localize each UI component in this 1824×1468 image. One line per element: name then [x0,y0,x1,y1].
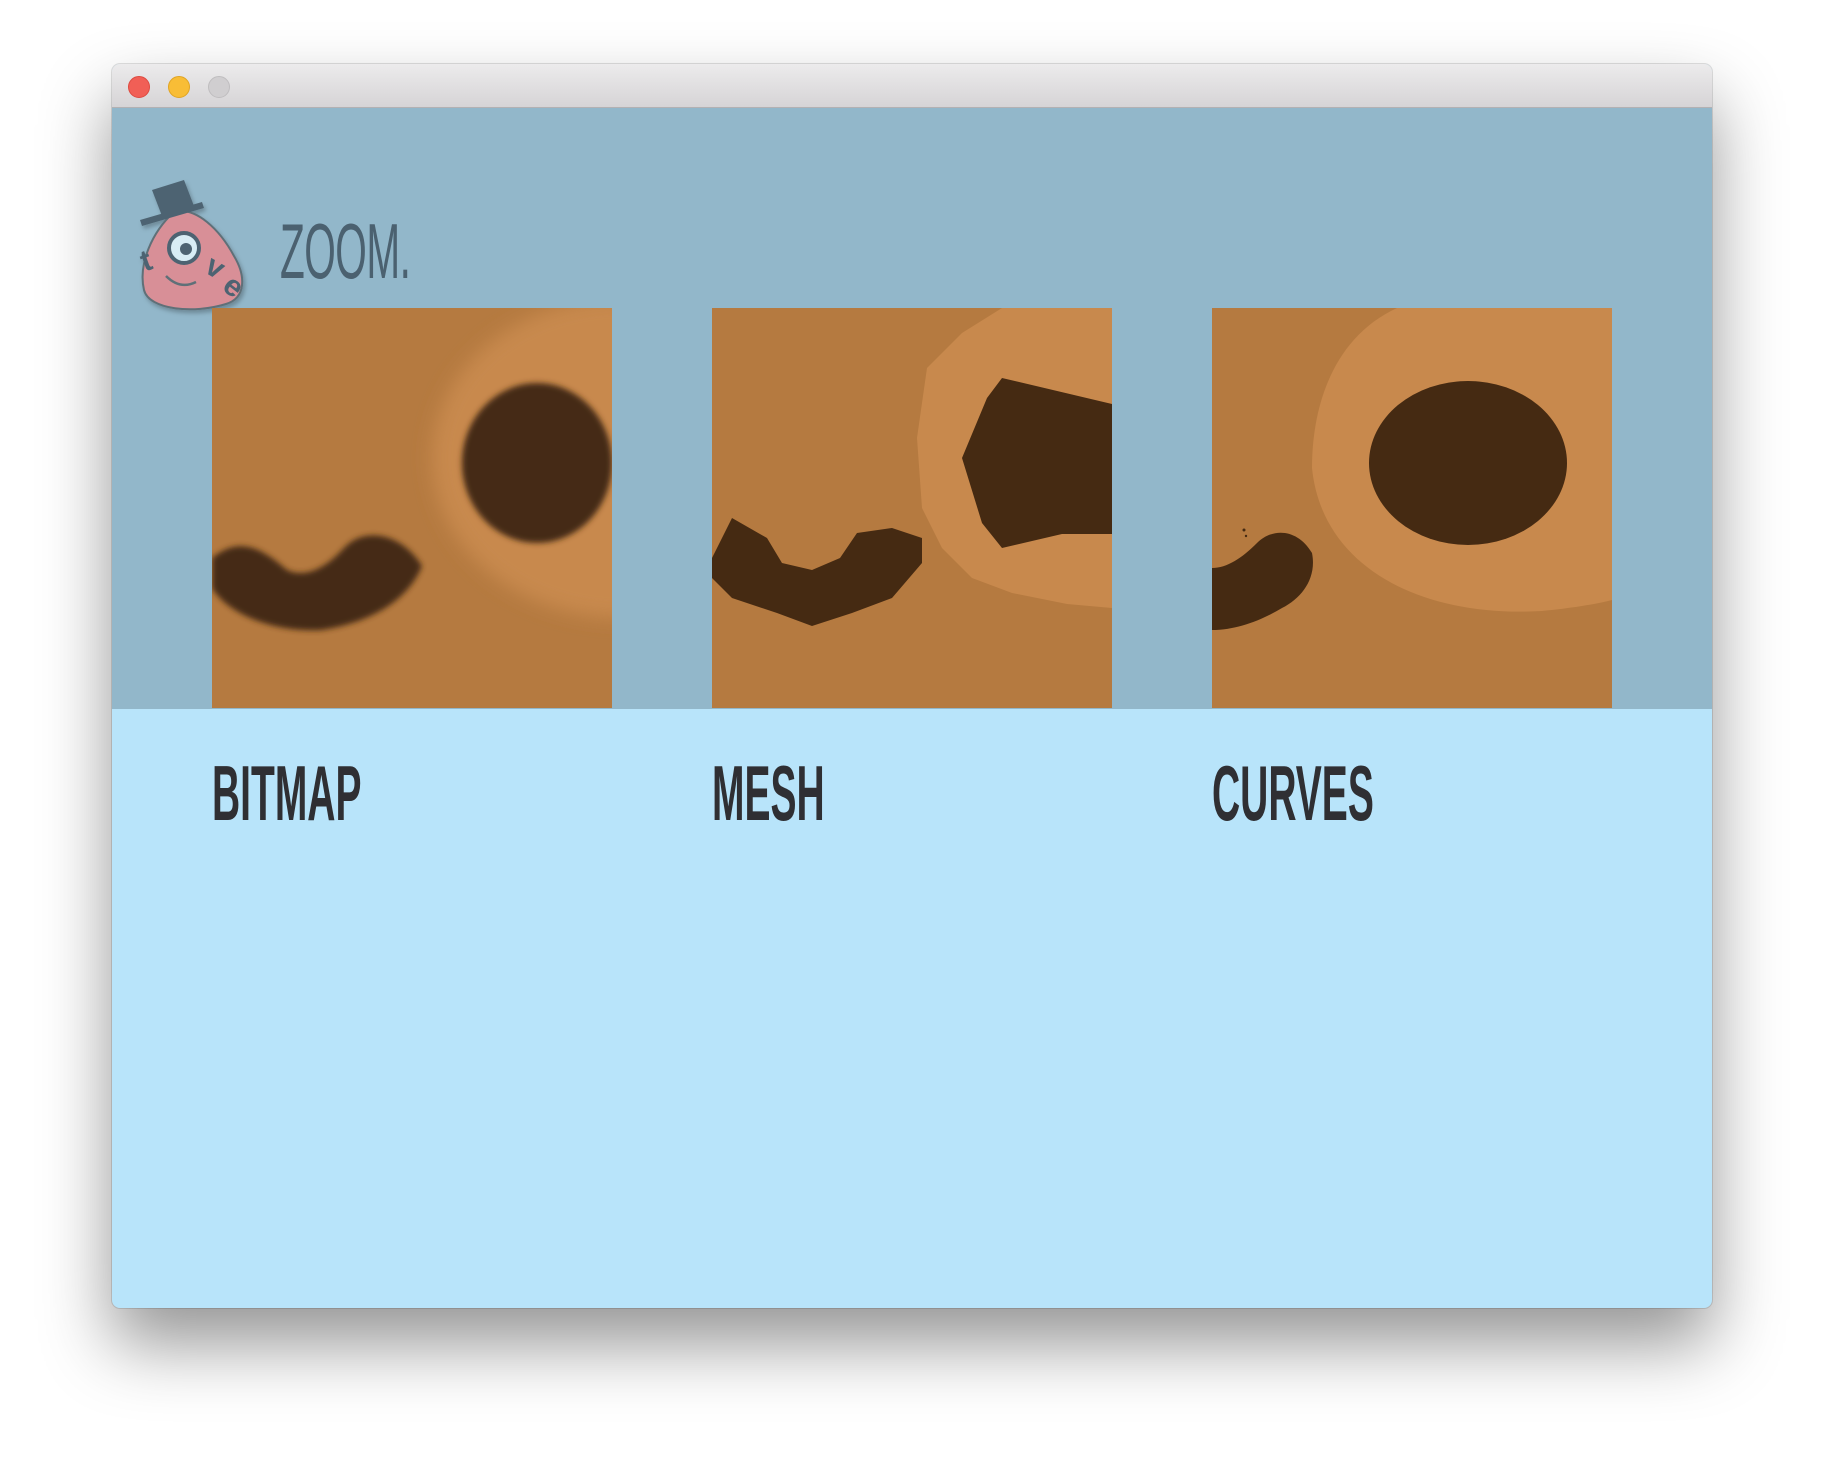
tove-logo-icon: t v e [134,172,254,322]
zoom-window-button[interactable] [208,76,230,98]
app-title: ZOOM. [280,207,411,295]
minimize-window-button[interactable] [168,76,190,98]
curves-preview [1212,308,1612,708]
bitmap-label: BITMAP [212,749,362,837]
title-bar [112,64,1712,108]
app-window: t v e ZOOM. BITMAP MESH CURVES [112,64,1712,1308]
curves-label: CURVES [1212,749,1374,837]
mesh-label: MESH [712,749,825,837]
mesh-preview [712,308,1112,708]
close-window-button[interactable] [128,76,150,98]
bitmap-preview [212,308,612,708]
